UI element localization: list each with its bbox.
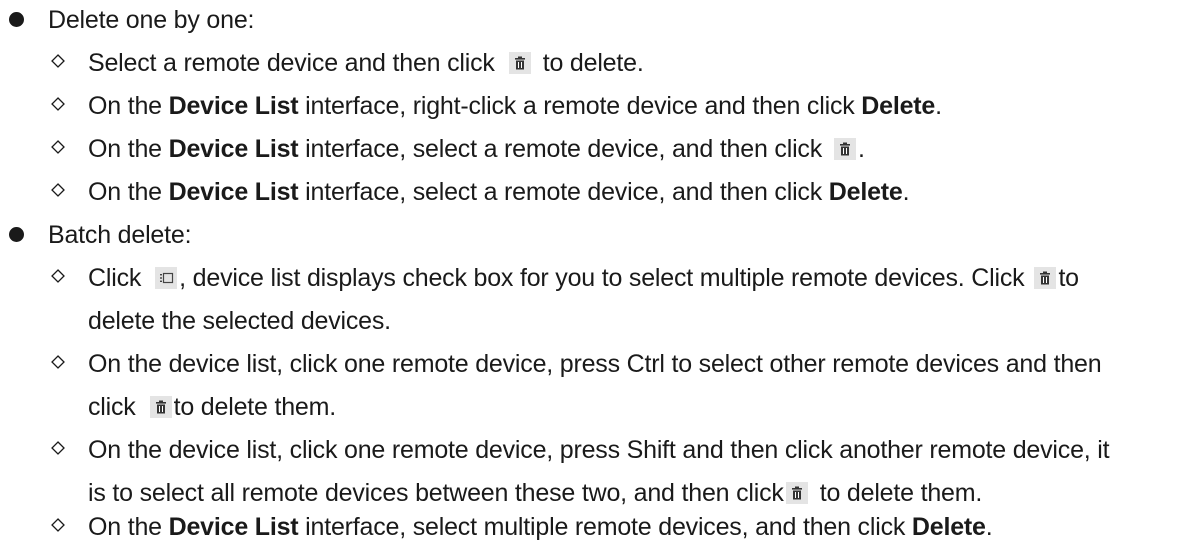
document-page: Delete one by one: Select a remote devic…: [0, 0, 1192, 545]
list-item-text: Select a remote device and then click to …: [88, 49, 644, 77]
diamond-bullet-icon: [51, 54, 65, 68]
diamond-bullet-icon: [51, 140, 65, 154]
list-item-text: delete the selected devices.: [88, 307, 391, 335]
list-item-text: On the Device List interface, right-clic…: [88, 92, 942, 120]
bold-term: Delete: [828, 178, 903, 206]
list-item-text: Click, device list displays check box fo…: [88, 264, 1079, 292]
bullet-icon: [9, 227, 24, 242]
bold-term: Device List: [168, 92, 299, 120]
list-item-text: On the Device List interface, select mul…: [88, 513, 993, 541]
trash-icon[interactable]: [149, 396, 172, 418]
bold-term: Delete: [861, 92, 936, 120]
list-item-text: On the Device List interface, select a r…: [88, 135, 865, 163]
list-item-text: On the device list, click one remote dev…: [88, 436, 1110, 464]
bold-term: Device List: [168, 178, 299, 206]
diamond-bullet-icon: [51, 518, 65, 532]
list-item-text: click to delete them.: [88, 393, 336, 421]
multi-select-icon[interactable]: [155, 267, 178, 289]
bold-term: Delete: [911, 513, 986, 541]
bold-term: Device List: [168, 513, 299, 541]
list-item-text: Delete one by one:: [48, 6, 255, 34]
trash-icon[interactable]: [1034, 267, 1057, 289]
list-item-text: On the Device List interface, select a r…: [88, 178, 910, 206]
diamond-bullet-icon: [51, 183, 65, 197]
diamond-bullet-icon: [51, 97, 65, 111]
trash-icon[interactable]: [508, 52, 531, 74]
list-item-text: is to select all remote devices between …: [88, 479, 983, 507]
bold-term: Device List: [168, 135, 299, 163]
diamond-bullet-icon: [51, 269, 65, 283]
diamond-bullet-icon: [51, 441, 65, 455]
list-item-text: On the device list, click one remote dev…: [88, 350, 1102, 378]
bullet-icon: [9, 12, 24, 27]
trash-icon[interactable]: [785, 482, 808, 504]
list-item-text: Batch delete:: [48, 221, 192, 249]
diamond-bullet-icon: [51, 355, 65, 369]
trash-icon[interactable]: [834, 138, 857, 160]
